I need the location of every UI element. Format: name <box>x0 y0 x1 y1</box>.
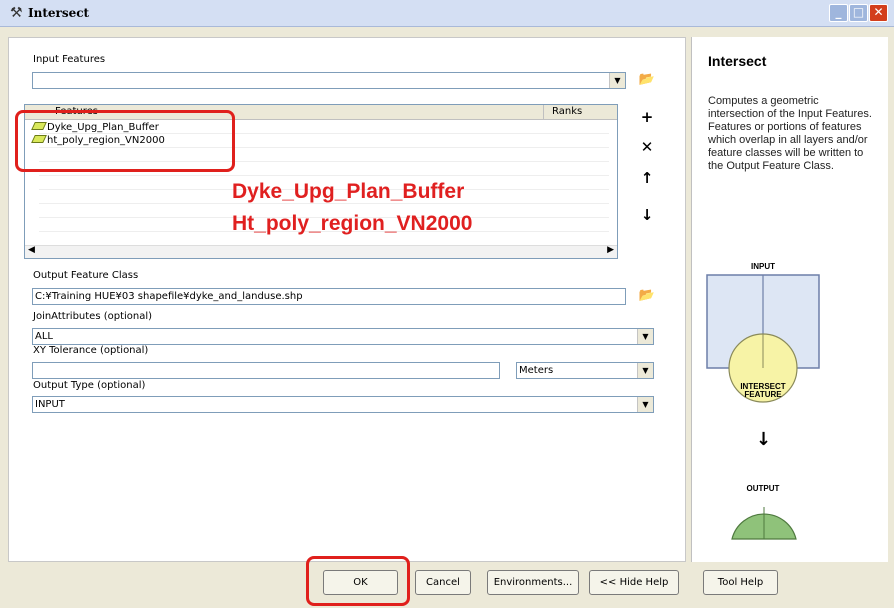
output-type-select[interactable]: INPUT ▼ <box>32 396 654 413</box>
title-bar[interactable]: ⚒ Intersect _ □ ✕ <box>0 0 894 27</box>
output-feature-class-label: Output Feature Class <box>33 270 139 281</box>
hammer-icon: ⚒ <box>10 5 23 21</box>
xy-tolerance-unit: Meters <box>519 365 554 376</box>
input-features-combo[interactable]: ▼ <box>32 72 626 89</box>
browse-folder-icon[interactable]: 📂 <box>637 286 657 306</box>
window-title: Intersect <box>28 6 90 20</box>
diagram-intersect-label: INTERSECT FEATURE <box>740 382 786 399</box>
cancel-button[interactable]: Cancel <box>415 570 471 595</box>
chevron-down-icon[interactable]: ▼ <box>637 363 653 378</box>
xy-tolerance-label: XY Tolerance (optional) <box>33 345 149 356</box>
join-attributes-value: ALL <box>35 331 53 342</box>
annotation-line-1: Dyke_Upg_Plan_Buffer <box>232 180 465 203</box>
xy-tolerance-unit-select[interactable]: Meters ▼ <box>516 362 654 379</box>
chevron-down-icon[interactable]: ▼ <box>609 73 625 88</box>
maximize-button[interactable]: □ <box>849 4 868 22</box>
diagram-output-label: OUTPUT <box>746 484 780 493</box>
join-attributes-label: JoinAttributes (optional) <box>33 311 153 322</box>
output-feature-class-field[interactable]: C:¥Training HUE¥03 shapefile¥dyke_and_la… <box>32 288 626 305</box>
move-down-icon[interactable]: ↓ <box>637 205 657 225</box>
help-description: Computes a geometric intersection of the… <box>708 95 872 172</box>
ok-highlight-box <box>306 556 410 606</box>
output-type-value: INPUT <box>35 399 65 410</box>
arrow-down-icon: ↓ <box>756 429 772 450</box>
xy-tolerance-input[interactable] <box>32 362 500 379</box>
browse-folder-icon[interactable]: 📂 <box>637 70 657 90</box>
horizontal-scrollbar[interactable]: ◀ ▶ <box>25 245 617 258</box>
scroll-right-icon[interactable]: ▶ <box>607 245 614 255</box>
intersect-dialog: ⚒ Intersect _ □ ✕ Input Features ▼ 📂 Fea… <box>0 0 894 608</box>
remove-icon[interactable]: ✕ <box>637 137 657 157</box>
input-features-label: Input Features <box>33 54 106 65</box>
chevron-down-icon[interactable]: ▼ <box>637 397 653 412</box>
join-attributes-select[interactable]: ALL ▼ <box>32 328 654 345</box>
help-panel: Intersect Computes a geometric intersect… <box>691 37 888 562</box>
ranks-column-header[interactable]: Ranks <box>543 105 582 119</box>
annotation-line-2: Ht_poly_region_VN2000 <box>232 212 473 235</box>
features-highlight-box <box>15 110 235 172</box>
environments-button[interactable]: Environments... <box>487 570 579 595</box>
close-button[interactable]: ✕ <box>869 4 888 22</box>
help-title: Intersect <box>708 53 767 69</box>
output-feature-class-value: C:¥Training HUE¥03 shapefile¥dyke_and_la… <box>35 291 303 302</box>
output-type-label: Output Type (optional) <box>33 380 146 391</box>
output-diagram <box>731 507 797 540</box>
hide-help-button[interactable]: << Hide Help <box>589 570 679 595</box>
scroll-left-icon[interactable]: ◀ <box>28 245 35 255</box>
tool-help-button[interactable]: Tool Help <box>703 570 778 595</box>
chevron-down-icon[interactable]: ▼ <box>637 329 653 344</box>
move-up-icon[interactable]: ↑ <box>637 168 657 188</box>
minimize-button[interactable]: _ <box>829 4 848 22</box>
diagram-input-label: INPUT <box>751 262 775 271</box>
row-divider <box>39 175 609 176</box>
add-icon[interactable]: + <box>637 107 657 127</box>
